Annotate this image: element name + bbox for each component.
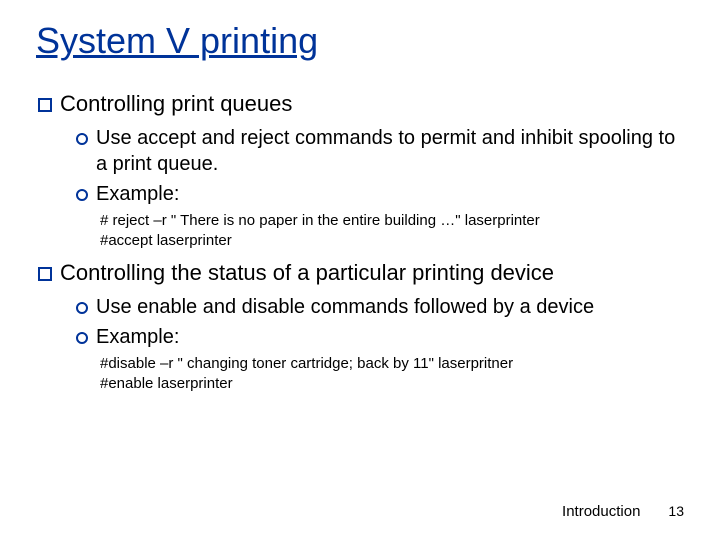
code-line: #enable laserprinter <box>100 374 684 394</box>
bullet-level2: Use enable and disable commands followed… <box>76 294 684 320</box>
slide-footer: Introduction 13 <box>562 503 684 520</box>
section2-heading: Controlling the status of a particular p… <box>60 259 684 288</box>
square-bullet-icon <box>38 98 52 112</box>
circle-bullet-icon <box>76 302 88 314</box>
code-line: #accept laserprinter <box>100 231 684 251</box>
bullet-level1: Controlling the status of a particular p… <box>38 259 684 288</box>
section1-heading: Controlling print queues <box>60 90 684 119</box>
section1-bullet1: Use accept and reject commands to permit… <box>96 125 684 177</box>
circle-bullet-icon <box>76 332 88 344</box>
slide-title: System V printing <box>36 20 684 62</box>
section1-bullet2: Example: <box>96 181 684 207</box>
page-number: 13 <box>668 503 684 519</box>
bullet-level1: Controlling print queues <box>38 90 684 119</box>
bullet-level2: Example: <box>76 324 684 350</box>
code-block: # reject –r " There is no paper in the e… <box>100 211 684 252</box>
section2-bullet2: Example: <box>96 324 684 350</box>
circle-bullet-icon <box>76 189 88 201</box>
section2-bullet1: Use enable and disable commands followed… <box>96 294 684 320</box>
code-line: #disable –r " changing toner cartridge; … <box>100 354 684 374</box>
square-bullet-icon <box>38 267 52 281</box>
footer-label: Introduction <box>562 503 640 520</box>
circle-bullet-icon <box>76 133 88 145</box>
code-block: #disable –r " changing toner cartridge; … <box>100 354 684 395</box>
code-line: # reject –r " There is no paper in the e… <box>100 211 684 231</box>
bullet-level2: Example: <box>76 181 684 207</box>
bullet-level2: Use accept and reject commands to permit… <box>76 125 684 177</box>
